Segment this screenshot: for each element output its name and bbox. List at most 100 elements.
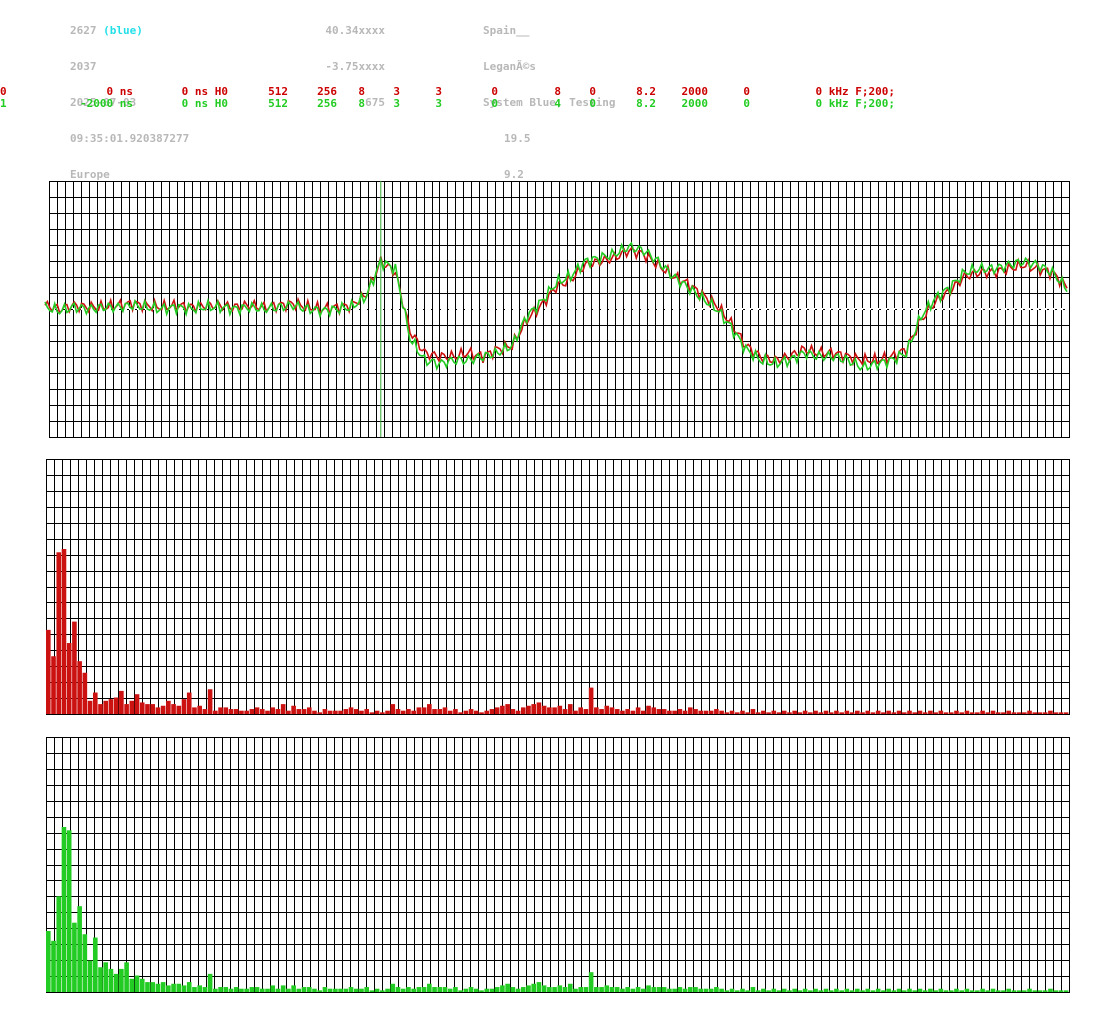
spectrum-green-bar — [259, 988, 265, 992]
spectrum-red-bar — [740, 710, 745, 714]
spectrum-green-bar — [291, 985, 296, 992]
spectrum-green-bar — [139, 978, 145, 992]
spectrum-green-bar — [500, 985, 505, 992]
spectrum-green-bar — [588, 972, 594, 992]
spectrum-red-bar — [567, 704, 573, 714]
spectrum-green-bar — [526, 985, 531, 992]
spectrum-green-bar — [860, 990, 865, 992]
spectrum-green-bar — [186, 982, 192, 992]
spectrum-green-bar — [1058, 990, 1064, 992]
spectrum-red-bar — [66, 643, 72, 714]
spectrum-green-bar — [828, 990, 834, 992]
spectrum-green-bar — [155, 983, 161, 992]
spectrum-red-bar — [823, 710, 829, 714]
spectrum-green-bar — [333, 988, 338, 992]
spectrum-red-bar — [484, 710, 490, 714]
spectrum-red-bar — [813, 710, 818, 714]
spectrum-red-bar — [270, 707, 276, 714]
spectrum-green-bar — [181, 985, 187, 992]
spectrum-green-bar — [761, 988, 766, 992]
spectrum-green-bar — [938, 988, 944, 992]
spectrum-green-bar — [160, 982, 166, 992]
spectrum-green-bar — [661, 987, 667, 992]
spectrum-red-bar — [526, 705, 531, 714]
spectrum-red-bar — [181, 699, 187, 714]
spectrum-red-bar — [536, 702, 542, 714]
spectrum-red-bar — [453, 709, 458, 714]
spectrum-red-bar — [818, 712, 824, 714]
spectrum-green-bar — [484, 988, 490, 992]
spectrum-red-bar — [928, 710, 933, 714]
spectrum-red-bar — [87, 700, 93, 714]
spectrum-green-bar — [1027, 988, 1032, 992]
spectrum-red-bar — [667, 710, 672, 714]
spectrum-green-bar — [301, 987, 307, 992]
spectrum-red-bar — [374, 710, 380, 714]
spectrum-green-bar — [61, 827, 67, 992]
spectrum-green-bar — [124, 962, 129, 992]
spectrum-red-bar — [160, 705, 166, 714]
spectrum-red-bar — [776, 712, 782, 714]
spectrum-green-bar — [421, 987, 427, 992]
spectrum-red-bar — [395, 709, 401, 714]
spectrum-green-bar — [891, 990, 897, 992]
spectrum-green-bar — [369, 990, 375, 992]
spectrum-green-bar — [390, 983, 396, 992]
spectrum-red-bar — [802, 710, 808, 714]
spectrum-red-bar — [881, 712, 886, 714]
spectrum-green-bar — [562, 987, 568, 992]
spectrum-red-bar — [1063, 712, 1069, 714]
spectrum-green-bar — [641, 988, 646, 992]
spectrum-red-bar — [573, 710, 578, 714]
spectrum-red-bar — [980, 710, 985, 714]
spectrum-green-bar — [56, 896, 62, 992]
spectrum-red-bar — [400, 710, 406, 714]
spectrum-green-bar — [687, 987, 693, 992]
spectrum-red-bar — [719, 710, 724, 714]
spectrum-red-bar — [849, 712, 855, 714]
spectrum-green-bar — [620, 988, 625, 992]
spectrum-red-bar — [327, 710, 333, 714]
spectrum-red-bar — [176, 705, 182, 714]
spectrum-red-bar — [129, 700, 135, 714]
spectrum-red-bar — [155, 707, 161, 714]
spectrum-green-bar — [400, 988, 406, 992]
spectrum-green-bar — [703, 988, 709, 992]
waveform-series-0 — [44, 247, 1068, 367]
spectrum-red-bar — [202, 709, 208, 714]
spectrum-green-bar — [207, 973, 213, 992]
spectrum-green-bar — [907, 988, 912, 992]
spectrum-red-bar — [473, 710, 479, 714]
spectrum-green-bar — [781, 988, 787, 992]
spectrum-green-bar — [818, 990, 824, 992]
spectrum-green-bar — [171, 983, 176, 992]
spectrum-red-bar — [103, 700, 109, 714]
spectrum-red-bar — [520, 707, 526, 714]
spectrum-green-bar — [567, 983, 573, 992]
spectrum-red-bar — [442, 707, 448, 714]
spectrum-green-bar — [578, 987, 583, 992]
spectrum-red-bar — [703, 710, 709, 714]
spectrum-green-bar — [134, 975, 140, 992]
spectrum-green-bar — [1022, 990, 1027, 992]
spectrum-green-bar — [353, 988, 359, 992]
spectrum-red-bar — [51, 656, 56, 714]
spectrum-red-bar — [792, 710, 797, 714]
spectrum-green-bar — [463, 988, 469, 992]
spectrum-red-bar — [479, 712, 484, 714]
spectrum-green-bar — [239, 988, 244, 992]
spectrum-red-bar — [912, 712, 918, 714]
spectrum-green-bar — [609, 987, 615, 992]
spectrum-red-bar — [468, 709, 474, 714]
spectrum-green-bar — [1001, 990, 1006, 992]
spectrum-red-bar — [46, 629, 51, 714]
spectrum-green-bar — [1032, 990, 1038, 992]
spectrum-green-bar — [787, 990, 792, 992]
spectrum-red-bar — [218, 707, 223, 714]
spectrum-red-bar — [609, 707, 615, 714]
spectrum-red-bar — [275, 709, 281, 714]
spectrum-green-bar — [385, 988, 390, 992]
spectrum-green-bar — [72, 922, 77, 992]
spectrum-green-bar — [886, 988, 891, 992]
spectrum-red-bar — [630, 710, 636, 714]
